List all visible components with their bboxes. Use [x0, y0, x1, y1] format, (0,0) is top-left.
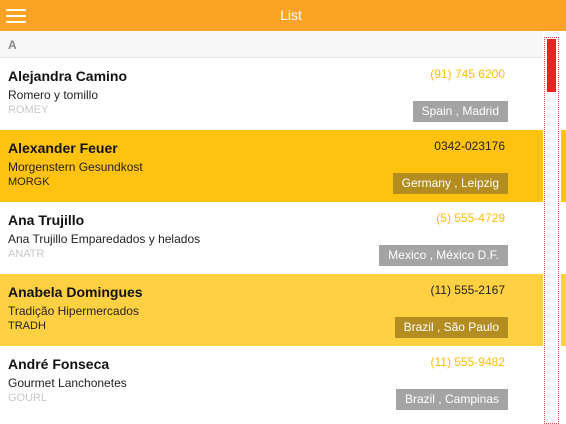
phone-number: (11) 555-9482 [430, 355, 506, 369]
list-item[interactable]: Ana Trujillo Ana Trujillo Emparedados y … [0, 202, 543, 274]
contact-name: Alejandra Camino [8, 68, 128, 84]
page-title: List [280, 7, 302, 23]
list-item[interactable]: Anabela Domingues Tradição Hipermercados… [0, 274, 543, 346]
phone-number: 0342-023176 [434, 139, 505, 153]
list-item[interactable]: André Fonseca Gourmet Lanchonetes GOURL … [0, 346, 543, 418]
contact-name: Ana Trujillo [8, 212, 85, 228]
contact-name: Anabela Domingues [8, 284, 143, 300]
phone-number: (11) 555-2167 [430, 283, 506, 297]
contact-name: André Fonseca [8, 356, 110, 372]
location-badge: Brazil , Campinas [395, 389, 508, 410]
company-name: Gourmet Lanchonetes [8, 376, 127, 390]
phone-number: (5) 555-4729 [436, 211, 505, 225]
vertical-scrollbar[interactable] [544, 37, 559, 424]
group-header: A [0, 31, 543, 58]
scrollbar-thumb[interactable] [547, 39, 556, 92]
list-item[interactable]: Alexander Feuer Morgenstern Gesundkost M… [0, 130, 543, 202]
selection-indicator [561, 274, 566, 346]
location-badge: Spain , Madrid [412, 101, 508, 122]
customer-code: ROMEY [8, 104, 49, 116]
customer-code: ANATR [8, 248, 45, 260]
selection-indicator [561, 130, 566, 202]
contact-name: Alexander Feuer [8, 140, 118, 156]
customer-code: GOURL [8, 392, 48, 404]
customer-code: TRADH [8, 320, 46, 332]
phone-number: (91) 745 6200 [430, 67, 505, 81]
contact-list[interactable]: A Alejandra Camino Romero y tomillo ROME… [0, 31, 543, 424]
company-name: Morgenstern Gesundkost [8, 160, 143, 174]
app-header: List [0, 0, 566, 31]
company-name: Tradição Hipermercados [8, 304, 139, 318]
customer-code: MORGK [8, 176, 50, 188]
location-badge: Mexico , México D.F. [379, 245, 508, 266]
list-item[interactable]: Alejandra Camino Romero y tomillo ROMEY … [0, 58, 543, 130]
company-name: Romero y tomillo [8, 88, 99, 102]
location-badge: Germany , Leipzig [392, 173, 508, 194]
location-badge: Brazil , São Paulo [394, 317, 508, 338]
company-name: Ana Trujillo Emparedados y helados [8, 232, 201, 246]
